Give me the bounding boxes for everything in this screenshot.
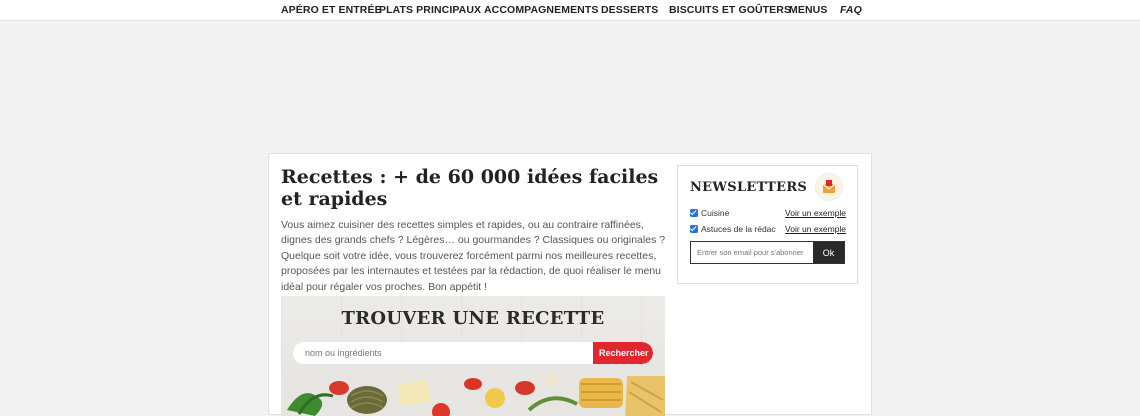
nav-item-accompagnements[interactable]: ACCOMPAGNEMENTS bbox=[484, 4, 598, 16]
nav-item-biscuits-gouters[interactable]: BISCUITS ET GOÛTERS bbox=[669, 4, 791, 16]
astuces-label: Astuces de la rédac bbox=[701, 224, 776, 234]
search-button[interactable]: Rechercher bbox=[593, 342, 653, 364]
newsletter-envelope-icon bbox=[816, 174, 842, 200]
astuces-checkbox[interactable] bbox=[690, 225, 698, 233]
nav-item-menus[interactable]: MENUS bbox=[789, 4, 827, 16]
recipe-finder-banner: TROUVER UNE RECETTE Rechercher bbox=[281, 296, 665, 416]
cuisine-label: Cuisine bbox=[701, 208, 730, 218]
nav-item-faq[interactable]: FAQ bbox=[840, 4, 862, 16]
nav-item-apero-entree[interactable]: APÉRO ET ENTRÉE bbox=[281, 4, 382, 16]
intro-text: Vous aimez cuisiner des recettes simples… bbox=[281, 219, 666, 293]
newsletter-option-cuisine: Cuisine Voir un exemple bbox=[690, 208, 846, 222]
newsletter-option-astuces: Astuces de la rédac Voir un exemple bbox=[690, 224, 846, 238]
page-title: Recettes : + de 60 000 idées faciles et … bbox=[281, 166, 659, 210]
nav-item-plats-principaux[interactable]: PLATS PRINCIPAUX bbox=[379, 4, 481, 16]
nav-item-desserts[interactable]: DESSERTS bbox=[601, 4, 658, 16]
newsletter-title: NEWSLETTERS bbox=[690, 180, 808, 195]
newsletter-signup-form: Ok bbox=[690, 241, 845, 264]
top-navigation: APÉRO ET ENTRÉE PLATS PRINCIPAUX ACCOMPA… bbox=[0, 0, 1140, 21]
recipe-search-input[interactable] bbox=[293, 342, 593, 364]
recipe-finder-title: TROUVER UNE RECETTE bbox=[341, 308, 605, 329]
cuisine-example-link[interactable]: Voir un exemple bbox=[785, 208, 846, 218]
food-ingredients-image bbox=[281, 370, 665, 416]
email-field[interactable] bbox=[691, 242, 813, 263]
subscribe-ok-button[interactable]: Ok bbox=[813, 242, 844, 263]
recipe-search-bar: Rechercher bbox=[293, 342, 653, 364]
cuisine-checkbox[interactable] bbox=[690, 209, 698, 217]
newsletter-box: NEWSLETTERS Cuisine Voir un exemple Astu… bbox=[677, 165, 858, 284]
astuces-example-link[interactable]: Voir un exemple bbox=[785, 224, 846, 234]
